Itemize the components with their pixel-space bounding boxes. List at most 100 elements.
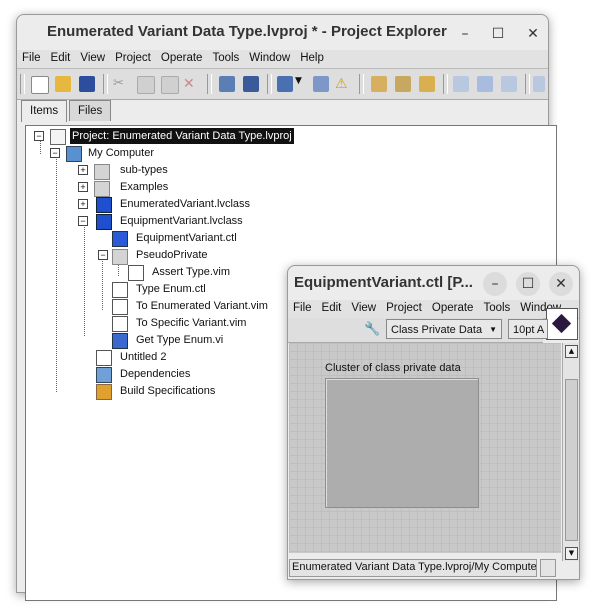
tree-connector bbox=[84, 222, 85, 336]
menu-operate[interactable]: Operate bbox=[156, 50, 208, 64]
font-select-value: 10pt A bbox=[513, 324, 545, 336]
tab-items[interactable]: Items bbox=[21, 100, 68, 122]
title-bar[interactable]: Enumerated Variant Data Type.lvproj * - … bbox=[17, 15, 548, 51]
menu-help[interactable]: Help bbox=[295, 50, 329, 64]
ctl-icon bbox=[112, 282, 128, 298]
tree-connector bbox=[40, 140, 41, 154]
menu-project[interactable]: Project bbox=[381, 300, 427, 314]
properties-icon[interactable] bbox=[313, 76, 329, 92]
menu-bar: File Edit View Project Operate Tools Window Hel… bbox=[17, 50, 548, 69]
expand-box-icon[interactable]: + bbox=[78, 199, 88, 209]
menu-window[interactable]: Window bbox=[244, 50, 295, 64]
title-bar[interactable]: EquipmentVariant.ctl [P... – ☐ ✕ bbox=[288, 266, 579, 300]
save-all-icon[interactable] bbox=[79, 76, 95, 92]
computer-icon bbox=[66, 146, 82, 162]
build-icon bbox=[96, 384, 112, 400]
new-file-icon[interactable] bbox=[31, 76, 49, 94]
menu-view[interactable]: View bbox=[75, 50, 110, 64]
menu-edit[interactable]: Edit bbox=[46, 50, 76, 64]
front-panel-canvas[interactable]: Cluster of class private data bbox=[289, 343, 561, 553]
cluster-control[interactable] bbox=[325, 378, 479, 508]
project-icon bbox=[50, 129, 66, 145]
menu-edit[interactable]: Edit bbox=[317, 300, 347, 314]
menu-file[interactable]: File bbox=[288, 300, 317, 314]
copy-icon[interactable] bbox=[137, 76, 155, 94]
control-icon bbox=[112, 231, 128, 247]
collapse-box-icon[interactable]: − bbox=[78, 216, 88, 226]
menu-operate[interactable]: Operate bbox=[427, 300, 479, 314]
more-icon[interactable] bbox=[533, 76, 545, 92]
minimize-icon[interactable]: – bbox=[454, 24, 476, 44]
collapse-box-icon[interactable]: − bbox=[34, 131, 44, 141]
vim-icon bbox=[112, 316, 128, 332]
collapse-box-icon[interactable]: − bbox=[98, 250, 108, 260]
status-divider bbox=[540, 559, 556, 577]
chevron-down-icon[interactable]: ▼ bbox=[295, 76, 311, 92]
refresh-icon[interactable] bbox=[477, 76, 493, 92]
expand-icon[interactable] bbox=[501, 76, 517, 92]
toolbar-separator bbox=[207, 74, 212, 94]
menu-view[interactable]: View bbox=[346, 300, 381, 314]
add-folder-icon[interactable] bbox=[395, 76, 411, 92]
collapse-icon[interactable] bbox=[453, 76, 469, 92]
close-icon[interactable]: ✕ bbox=[522, 24, 544, 44]
tree-label: Dependencies bbox=[120, 368, 191, 380]
close-icon[interactable]: ✕ bbox=[549, 272, 573, 296]
folder-icon bbox=[94, 164, 110, 180]
add-items-icon[interactable] bbox=[371, 76, 387, 92]
tree-label: Type Enum.ctl bbox=[136, 283, 206, 295]
scroll-thumb[interactable] bbox=[565, 379, 578, 541]
scroll-down-icon[interactable]: ▼ bbox=[565, 547, 578, 560]
expand-box-icon[interactable]: + bbox=[78, 182, 88, 192]
paste-icon[interactable] bbox=[161, 76, 179, 94]
dependencies-icon bbox=[96, 367, 112, 383]
maximize-icon[interactable]: ☐ bbox=[487, 24, 509, 44]
vim-icon bbox=[112, 299, 128, 315]
tree-label: EquipmentVariant.ctl bbox=[136, 232, 237, 244]
delete-icon[interactable]: ✕ bbox=[183, 76, 199, 92]
toolbar-separator bbox=[267, 74, 272, 94]
menu-tools[interactable]: Tools bbox=[478, 300, 515, 314]
tree-label: sub-types bbox=[120, 164, 168, 176]
open-folder-icon[interactable] bbox=[55, 76, 71, 92]
tree-label: To Enumerated Variant.vim bbox=[136, 300, 268, 312]
maximize-icon[interactable]: ☐ bbox=[516, 272, 540, 296]
tree-label: Build Specifications bbox=[120, 385, 216, 397]
build-all-icon[interactable] bbox=[243, 76, 259, 92]
tree-label: EquipmentVariant.lvclass bbox=[120, 215, 243, 227]
menu-file[interactable]: File bbox=[17, 50, 46, 64]
window-title: EquipmentVariant.ctl [P... bbox=[294, 274, 473, 291]
font-select[interactable]: 10pt A bbox=[508, 319, 548, 339]
tree-connector bbox=[102, 256, 103, 310]
collapse-box-icon[interactable]: − bbox=[50, 148, 60, 158]
vim-icon bbox=[128, 265, 144, 281]
build-icon[interactable] bbox=[219, 76, 235, 92]
tree-label: Untitled 2 bbox=[120, 351, 167, 363]
tree-label: My Computer bbox=[88, 147, 155, 159]
wrench-icon[interactable]: 🔧 bbox=[364, 322, 380, 338]
view-options-icon[interactable] bbox=[277, 76, 293, 92]
replace-icon[interactable] bbox=[419, 76, 435, 92]
ctl-icon-preview[interactable] bbox=[546, 308, 578, 340]
tree-label: EnumeratedVariant.lvclass bbox=[120, 198, 251, 210]
scope-select[interactable]: Class Private Data ▼ bbox=[386, 319, 502, 339]
toolbar: ✂ ✕ ▼ ⚠ bbox=[17, 69, 548, 100]
minimize-icon[interactable]: – bbox=[483, 272, 507, 296]
window-title: Enumerated Variant Data Type.lvproj * - … bbox=[47, 23, 447, 40]
tree-label: PseudoPrivate bbox=[136, 249, 208, 261]
vi-icon bbox=[96, 350, 112, 366]
tree-label: Get Type Enum.vi bbox=[136, 334, 224, 346]
toolbar: 🔧 Class Private Data ▼ 10pt A bbox=[288, 318, 548, 343]
expand-box-icon[interactable]: + bbox=[78, 165, 88, 175]
cut-icon[interactable]: ✂ bbox=[113, 76, 129, 92]
class-cube-icon bbox=[96, 214, 112, 230]
cluster-label: Cluster of class private data bbox=[325, 362, 461, 374]
ctl-editor-window: EquipmentVariant.ctl [P... – ☐ ✕ File Edi… bbox=[287, 265, 580, 580]
menu-tools[interactable]: Tools bbox=[207, 50, 244, 64]
tab-files[interactable]: Files bbox=[69, 100, 112, 121]
warning-icon[interactable]: ⚠ bbox=[335, 76, 351, 92]
scroll-up-icon[interactable]: ▲ bbox=[565, 345, 578, 358]
menu-project[interactable]: Project bbox=[110, 50, 156, 64]
vertical-scrollbar[interactable]: ▲ ▼ bbox=[562, 343, 579, 561]
toolbar-separator bbox=[20, 74, 25, 94]
